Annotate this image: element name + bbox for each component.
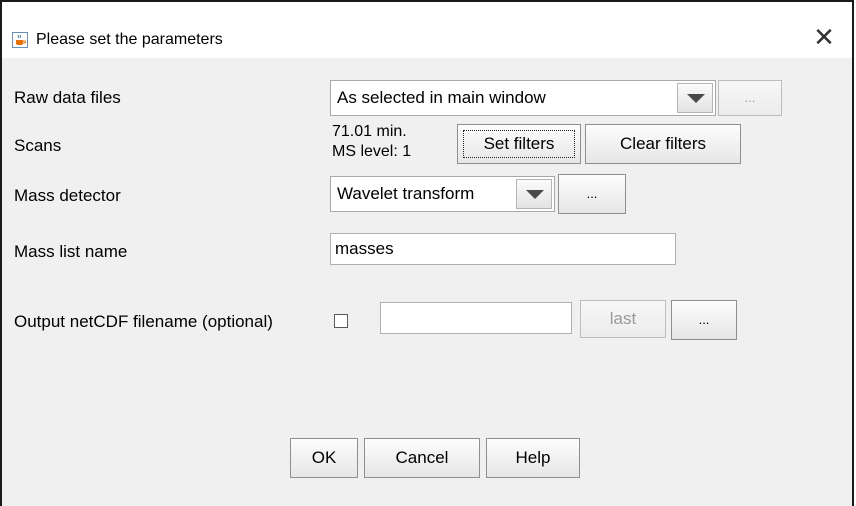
output-netcdf-checkbox[interactable] — [334, 314, 348, 328]
mass-detector-selected: Wavelet transform — [337, 184, 475, 203]
scans-label: Scans — [14, 136, 62, 155]
raw-data-files-label: Raw data files — [14, 88, 121, 107]
mass-detector-label: Mass detector — [14, 186, 121, 205]
mass-detector-select[interactable]: Wavelet transform — [330, 176, 555, 212]
output-netcdf-filename-input[interactable] — [380, 302, 572, 334]
scans-ms-level: MS level: 1 — [332, 143, 412, 160]
set-filters-button[interactable]: Set filters — [457, 124, 581, 164]
raw-data-files-select[interactable]: As selected in main window — [330, 80, 716, 116]
scans-info: 71.01 min. MS level: 1 — [332, 122, 411, 162]
focus-ring — [463, 130, 575, 158]
mass-list-name-label: Mass list name — [14, 242, 128, 261]
close-icon[interactable]: ✕ — [810, 24, 838, 52]
cancel-button[interactable]: Cancel — [364, 438, 480, 478]
window-title: Please set the parameters — [36, 31, 223, 48]
help-button[interactable]: Help — [486, 438, 580, 478]
java-coffee-icon — [12, 32, 28, 48]
raw-data-files-browse-button[interactable]: ... — [718, 80, 782, 116]
chevron-down-icon[interactable] — [516, 179, 552, 209]
output-netcdf-label: Output netCDF filename (optional) — [14, 312, 273, 331]
clear-filters-button[interactable]: Clear filters — [585, 124, 741, 164]
scans-retention-time: 71.01 min. — [332, 123, 407, 140]
parameters-dialog: Please set the parameters ✕ Raw data fil… — [0, 0, 854, 506]
mass-detector-setup-button[interactable]: ... — [558, 174, 626, 214]
chevron-down-icon[interactable] — [677, 83, 713, 113]
output-netcdf-last-button[interactable]: last — [580, 300, 666, 338]
dialog-content: Raw data files As selected in main windo… — [2, 58, 852, 506]
ok-button[interactable]: OK — [290, 438, 358, 478]
mass-list-name-input[interactable] — [330, 233, 676, 265]
raw-data-files-selected: As selected in main window — [337, 88, 546, 107]
output-netcdf-browse-button[interactable]: ... — [671, 300, 737, 340]
